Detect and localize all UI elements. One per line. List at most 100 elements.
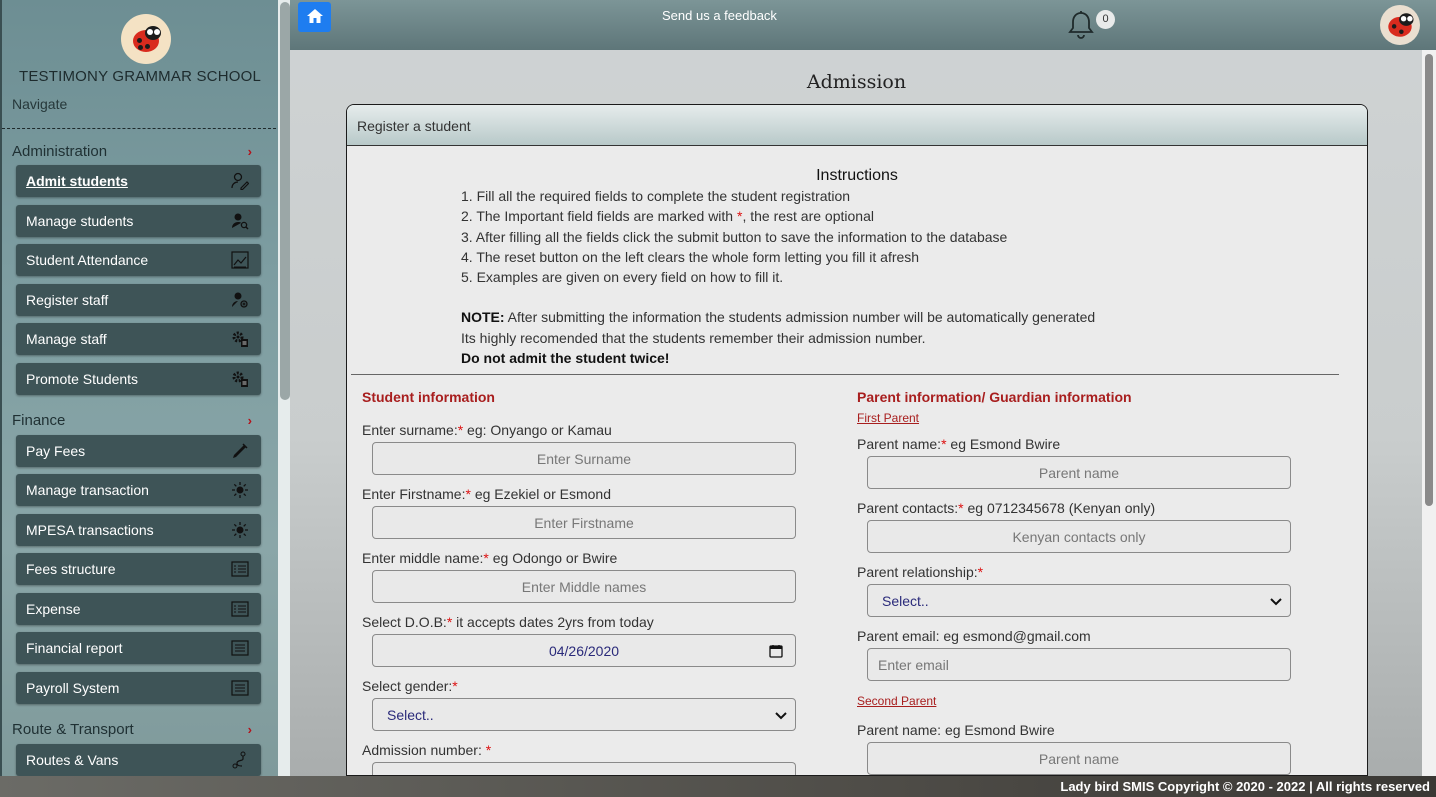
main-scrollbar[interactable] [1422, 50, 1436, 776]
sidebar-scrollbar[interactable] [278, 0, 290, 776]
second-parent-link[interactable]: Second Parent [857, 694, 1297, 719]
gender-select[interactable]: Select.. [372, 698, 796, 731]
sidebar-item-label: Promote Students [26, 370, 139, 387]
sidebar-item-label: Fees structure [26, 561, 116, 577]
admission-number-label: Admission number: * [362, 742, 492, 758]
sidebar-item-routes-vans[interactable]: Routes & Vans [16, 743, 261, 776]
sidebar-item-admit-students[interactable]: Admit students [16, 165, 261, 197]
gender-label: Select gender:* [362, 678, 458, 694]
instruction-item: 3. After filling all the fields click th… [461, 228, 1008, 245]
middle-name-input[interactable]: Enter Middle names [372, 570, 796, 603]
sidebar-item-label: Register staff [26, 291, 109, 308]
user-search-icon [229, 211, 251, 231]
chevron-down-icon [775, 707, 787, 723]
instruction-item: 4. The reset button on the left clears t… [461, 248, 920, 265]
brand: TESTIMONY GRAMMAR SCHOOL [2, 0, 290, 92]
calendar-icon[interactable] [769, 644, 783, 661]
page-title: Admission [806, 71, 907, 93]
gear-doc-icon [229, 329, 251, 349]
divider [351, 374, 1339, 375]
section-title: Parent information/ Guardian information [857, 389, 1132, 405]
route-icon [229, 750, 251, 770]
surname-label: Enter surname:* eg: Onyango or Kamau [362, 422, 612, 438]
middle-name-label: Enter middle name:* eg Odongo or Bwire [362, 550, 618, 566]
parent-contacts-input[interactable]: Kenyan contacts only [867, 520, 1291, 553]
list-icon [229, 559, 251, 579]
sidebar-item-expense[interactable]: Expense [16, 592, 261, 625]
gear-doc-icon [229, 369, 251, 389]
sidebar-item-label: Pay Fees [26, 442, 86, 459]
card-body: Instructions 1. Fill all the required fi… [347, 146, 1367, 775]
report-icon [229, 678, 251, 698]
sidebar-item-student-attendance[interactable]: Student Attendance [16, 244, 261, 276]
home-button[interactable] [298, 2, 331, 32]
note-block: NOTE: After submitting the information t… [461, 309, 1095, 371]
navigate-label: Navigate [12, 96, 68, 112]
parent-contacts-label: Parent contacts:* eg 0712345678 (Kenyan … [857, 500, 1156, 516]
note-warning: Do not admit the student twice! [461, 350, 670, 366]
gender-value: Select.. [387, 706, 434, 723]
parent-name-input[interactable]: Parent name [867, 456, 1291, 489]
section-route-transport[interactable]: Route & Transport › [2, 716, 290, 744]
copyright-text: Lady bird SMIS Copyright © 2020 - 2022 |… [1060, 779, 1430, 794]
sidebar-item-financial-report[interactable]: Financial report [16, 632, 261, 664]
scrollbar-thumb[interactable] [280, 2, 290, 400]
note-line: Its highly recomended that the students … [461, 329, 926, 346]
relationship-value: Select.. [882, 592, 929, 609]
sidebar-item-label: Manage students [26, 212, 134, 229]
sidebar-item-manage-transaction[interactable]: Manage transaction [16, 474, 261, 506]
firstname-input[interactable]: Enter Firstname [372, 506, 796, 539]
student-info-section: Student information Enter surname:* eg: … [362, 389, 802, 775]
sidebar-item-fees-structure[interactable]: Fees structure [16, 553, 261, 585]
note-line: NOTE: After submitting the information t… [461, 309, 1096, 325]
avatar[interactable] [1380, 5, 1420, 45]
sun-icon [229, 520, 251, 540]
section-label: Finance [12, 412, 66, 429]
parent-email-input[interactable]: Enter email [867, 648, 1291, 681]
admission-number-select[interactable] [372, 762, 796, 775]
sidebar-item-label: MPESA transactions [26, 521, 154, 538]
pen-icon [229, 441, 251, 461]
sidebar-item-register-staff[interactable]: Register staff [16, 283, 261, 316]
sidebar-item-manage-staff[interactable]: Manage staff [16, 323, 261, 355]
scrollbar-thumb[interactable] [1425, 54, 1433, 506]
register-card: Register a student Instructions 1. Fill … [346, 104, 1368, 776]
section-finance[interactable]: Finance › [2, 407, 290, 435]
list-icon [229, 599, 251, 619]
parent2-name-label: Parent name: eg Esmond Bwire [857, 722, 1055, 738]
sidebar-item-label: Manage transaction [26, 482, 149, 498]
sidebar-item-pay-fees[interactable]: Pay Fees [16, 434, 261, 467]
first-parent-link[interactable]: First Parent [857, 411, 1297, 436]
sidebar-item-manage-students[interactable]: Manage students [16, 204, 261, 237]
section-label: Route & Transport [12, 721, 134, 738]
instructions-list: 1. Fill all the required fields to compl… [461, 188, 1007, 289]
section-title: Student information [362, 389, 495, 405]
parent-name-label: Parent name:* eg Esmond Bwire [857, 436, 1061, 452]
firstname-label: Enter Firstname:* eg Ezekiel or Esmond [362, 486, 612, 502]
ladybug-icon [1383, 12, 1417, 39]
parent2-name-input[interactable]: Parent name [867, 742, 1291, 775]
bell-icon[interactable] [1068, 10, 1094, 43]
feedback-link[interactable]: Send us a feedback [662, 8, 777, 23]
instruction-item: 2. The Important field fields are marked… [461, 208, 874, 225]
sidebar-item-label: Manage staff [26, 331, 107, 347]
sidebar-item-label: Financial report [26, 640, 123, 656]
top-bar: Send us a feedback 0 [290, 0, 1436, 50]
footer: Lady bird SMIS Copyright © 2020 - 2022 |… [0, 776, 1436, 797]
dob-input[interactable]: 04/26/2020 [372, 634, 796, 667]
sidebar-item-payroll-system[interactable]: Payroll System [16, 671, 261, 704]
parent-relationship-label: Parent relationship:* [857, 564, 984, 580]
section-administration[interactable]: Administration › [2, 137, 290, 165]
ladybug-icon [127, 24, 165, 54]
home-icon [306, 8, 324, 27]
surname-input[interactable]: Enter Surname [372, 442, 796, 475]
parent-relationship-select[interactable]: Select.. [867, 584, 1291, 617]
school-name: TESTIMONY GRAMMAR SCHOOL [18, 68, 262, 85]
parent-email-label: Parent email: eg esmond@gmail.com [857, 628, 1091, 644]
sidebar-item-label: Routes & Vans [26, 751, 119, 768]
sidebar-item-mpesa-transactions[interactable]: MPESA transactions [16, 513, 261, 546]
sidebar-item-label: Admit students [26, 173, 128, 189]
sidebar-item-label: Expense [26, 600, 81, 617]
sidebar-item-promote-students[interactable]: Promote Students [16, 362, 261, 395]
instruction-item: 5. Examples are given on every field on … [461, 269, 784, 286]
